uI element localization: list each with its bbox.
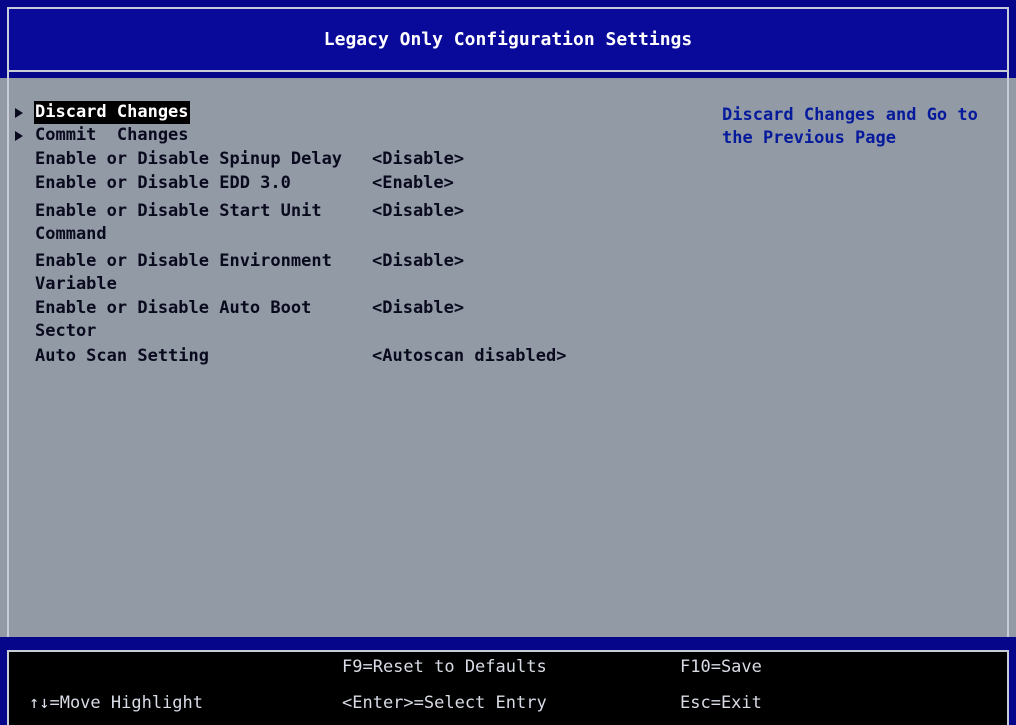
footer-move-highlight: ↑↓=Move Highlight xyxy=(29,693,203,713)
menu-item-label-line1: Enable or Disable Start Unit xyxy=(35,201,322,221)
edd-3-value[interactable]: <Enable> xyxy=(372,172,454,195)
bios-screen: Legacy Only Configuration Settings Disca… xyxy=(0,0,1016,725)
menu-item-edd-3[interactable]: Enable or Disable EDD 3.0 <Enable> xyxy=(0,172,600,195)
menu-item-label-line2: Variable xyxy=(35,274,117,294)
footer-bar: ↑↓=Move Highlight F9=Reset to Defaults <… xyxy=(0,637,1016,725)
header-bar: Legacy Only Configuration Settings xyxy=(0,0,1016,78)
menu-item-label: Commit Changes xyxy=(35,125,189,145)
menu-item-label-line1: Enable or Disable Environment xyxy=(35,251,332,271)
menu-item-label: Auto Scan Setting xyxy=(35,346,209,366)
menu-item-spinup-delay[interactable]: Enable or Disable Spinup Delay <Disable> xyxy=(0,148,600,171)
footer-save: F10=Save xyxy=(680,657,762,677)
help-text-line2: the Previous Page xyxy=(722,128,896,148)
auto-scan-setting-value[interactable]: <Autoscan disabled> xyxy=(372,345,566,368)
environment-variable-value[interactable]: <Disable> xyxy=(372,250,464,273)
footer-panel: ↑↓=Move Highlight F9=Reset to Defaults <… xyxy=(7,650,1009,725)
menu-item-auto-boot-sector[interactable]: Enable or Disable Auto Boot Sector <Disa… xyxy=(0,297,600,343)
menu-item-label: Discard Changes xyxy=(34,101,190,124)
menu-item-label-line1: Enable or Disable Auto Boot xyxy=(35,298,312,318)
menu-item-auto-scan-setting[interactable]: Auto Scan Setting <Autoscan disabled> xyxy=(0,345,600,368)
spinup-delay-value[interactable]: <Disable> xyxy=(372,148,464,171)
help-text-line1: Discard Changes and Go to xyxy=(722,105,978,125)
menu-item-label-line2: Sector xyxy=(35,321,97,341)
menu-item-environment-variable[interactable]: Enable or Disable Environment Variable <… xyxy=(0,250,600,296)
auto-boot-sector-value[interactable]: <Disable> xyxy=(372,297,464,320)
submenu-arrow-icon xyxy=(15,124,25,147)
menu-item-label: Enable or Disable EDD 3.0 xyxy=(35,173,291,193)
menu-item-label-line2: Command xyxy=(35,224,107,244)
footer-reset-defaults: F9=Reset to Defaults xyxy=(342,657,547,677)
header-panel: Legacy Only Configuration Settings xyxy=(7,7,1009,70)
footer-select-entry: <Enter>=Select Entry xyxy=(342,693,547,713)
start-unit-command-value[interactable]: <Disable> xyxy=(372,200,464,223)
submenu-arrow-icon xyxy=(15,101,25,124)
footer-exit: Esc=Exit xyxy=(680,693,762,713)
menu-item-start-unit-command[interactable]: Enable or Disable Start Unit Command <Di… xyxy=(0,200,600,246)
menu-item-label: Enable or Disable Spinup Delay xyxy=(35,149,343,169)
page-title: Legacy Only Configuration Settings xyxy=(323,29,693,50)
